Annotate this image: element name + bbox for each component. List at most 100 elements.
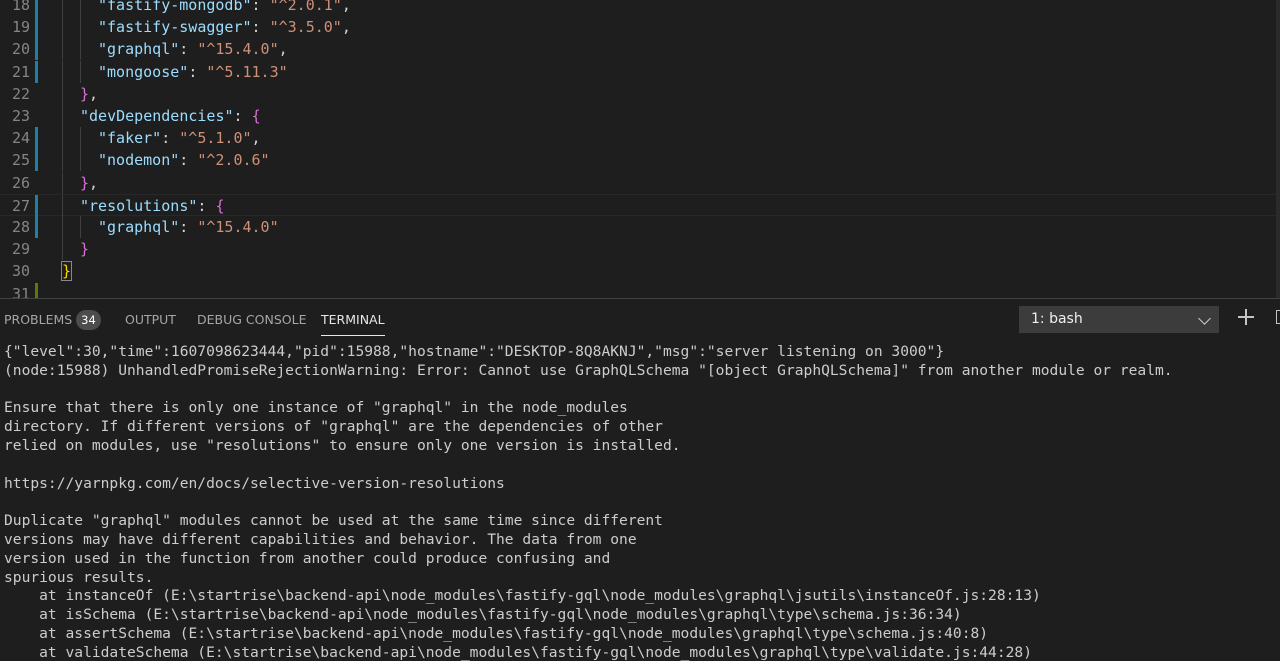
line-number: 29: [11, 240, 30, 259]
terminal-line: https://yarnpkg.com/en/docs/selective-ve…: [4, 474, 505, 492]
tab-terminal[interactable]: TERMINAL: [321, 312, 385, 336]
code-line[interactable]: 20 "graphql": "^15.4.0",: [0, 38, 1280, 61]
line-number: 26: [11, 173, 30, 192]
line-number: 21: [11, 62, 30, 81]
code-line[interactable]: 28 "graphql": "^15.4.0": [0, 216, 1280, 238]
line-number: 23: [11, 107, 30, 125]
split-terminal-icon[interactable]: [1276, 310, 1280, 324]
code-text: "resolutions": {: [80, 196, 225, 215]
terminal-line: Ensure that there is only one instance o…: [4, 399, 628, 417]
plus-icon[interactable]: [1237, 308, 1255, 326]
indent-guide: [62, 171, 63, 194]
code-text: }: [80, 240, 90, 259]
editor-scrollbar[interactable]: [1276, 0, 1280, 298]
modified-line-marker[interactable]: [35, 38, 38, 61]
terminal-line: versions may have different capabilities…: [4, 530, 637, 548]
indent-guide: [80, 216, 81, 238]
modified-line-marker[interactable]: [35, 60, 38, 83]
indent-guide: [62, 149, 63, 172]
line-number: 30: [11, 262, 30, 281]
modified-line-marker[interactable]: [35, 149, 38, 172]
code-line[interactable]: 21 "mongoose": "^5.11.3": [0, 60, 1280, 83]
indent-guide: [62, 38, 63, 61]
terminal-line: at instanceOf (E:\startrise\backend-api\…: [4, 587, 1041, 605]
indent-guide: [80, 38, 81, 61]
modified-line-marker[interactable]: [35, 16, 38, 39]
bottom-panel: PROBLEMS 34 OUTPUT DEBUG CONSOLE TERMINA…: [0, 298, 1280, 661]
indent-guide: [62, 60, 63, 83]
code-line[interactable]: 27 "resolutions": {: [0, 193, 1280, 217]
terminal-selector-dropdown[interactable]: 1: bash: [1019, 306, 1219, 333]
terminal-line: Duplicate "graphql" modules cannot be us…: [4, 512, 663, 530]
indent-guide: [62, 16, 63, 39]
code-text: "faker": "^5.1.0",: [98, 129, 261, 148]
tab-debug-console[interactable]: DEBUG CONSOLE: [197, 312, 306, 327]
code-text: "mongoose": "^5.11.3": [98, 62, 288, 81]
terminal-line: spurious results.: [4, 568, 154, 586]
code-line[interactable]: 26},: [0, 171, 1280, 194]
terminal-line: {"level":30,"time":1607098623444,"pid":1…: [4, 343, 945, 360]
line-number: 19: [11, 18, 30, 37]
terminal-selector-value: 1: bash: [1031, 311, 1083, 327]
line-number: 27: [11, 196, 30, 215]
indent-guide: [80, 149, 81, 172]
indent-guide: [62, 194, 63, 217]
code-text: }: [60, 261, 73, 282]
terminal-line: at assertSchema (E:\startrise\backend-ap…: [4, 624, 989, 642]
indent-guide: [62, 82, 63, 105]
code-line[interactable]: 25 "nodemon": "^2.0.6": [0, 149, 1280, 172]
terminal-line: at validateSchema (E:\startrise\backend-…: [4, 643, 1032, 661]
modified-line-marker[interactable]: [35, 127, 38, 150]
terminal-line: relied on modules, use "resolutions" to …: [4, 436, 681, 454]
terminal-output[interactable]: {"level":30,"time":1607098623444,"pid":1…: [4, 343, 1274, 661]
indent-guide: [62, 238, 63, 261]
code-text: "nodemon": "^2.0.6": [98, 151, 270, 170]
line-number: 18: [11, 0, 30, 14]
modified-line-marker[interactable]: [35, 194, 38, 217]
line-number: 25: [11, 151, 30, 170]
added-line-marker[interactable]: [35, 282, 38, 298]
line-number: 24: [11, 129, 30, 148]
code-text: },: [80, 173, 99, 192]
indent-guide: [80, 60, 81, 83]
indent-guide: [62, 0, 63, 16]
code-line[interactable]: 30}: [0, 260, 1280, 282]
panel-header: PROBLEMS 34 OUTPUT DEBUG CONSOLE TERMINA…: [0, 299, 1280, 343]
indent-guide: [62, 216, 63, 238]
code-line[interactable]: 22},: [0, 82, 1280, 105]
line-number: 31: [11, 284, 30, 298]
tab-problems[interactable]: PROBLEMS: [4, 312, 72, 327]
indent-guide: [62, 105, 63, 127]
code-text: },: [80, 84, 99, 103]
code-line[interactable]: 23 "devDependencies": {: [0, 105, 1280, 127]
code-text: "devDependencies": {: [80, 107, 261, 125]
terminal-line: version used in the function from anothe…: [4, 549, 611, 567]
code-line[interactable]: 31: [0, 282, 1280, 298]
problems-count-badge: 34: [76, 310, 101, 330]
modified-line-marker[interactable]: [35, 216, 38, 238]
terminal-line: directory. If different versions of "gra…: [4, 418, 663, 436]
code-text: "graphql": "^15.4.0",: [98, 40, 288, 59]
modified-line-marker[interactable]: [35, 0, 38, 16]
code-line[interactable]: 29}: [0, 238, 1280, 261]
indent-guide: [62, 127, 63, 150]
code-text: "fastify-swagger": "^3.5.0",: [98, 18, 351, 37]
code-editor[interactable]: 18 "fastify-mongodb": "^2.0.1", 19 "fastify…: [0, 0, 1280, 298]
code-line[interactable]: 24 "faker": "^5.1.0",: [0, 127, 1280, 150]
code-line[interactable]: 18 "fastify-mongodb": "^2.0.1",: [0, 0, 1280, 16]
indent-guide: [80, 127, 81, 150]
terminal-line: (node:15988) UnhandledPromiseRejectionWa…: [4, 361, 1173, 379]
line-number: 22: [11, 84, 30, 103]
code-text: "graphql": "^15.4.0": [98, 218, 279, 236]
indent-guide: [80, 0, 81, 16]
code-line[interactable]: 19 "fastify-swagger": "^3.5.0",: [0, 16, 1280, 39]
code-text: "fastify-mongodb": "^2.0.1",: [98, 0, 351, 14]
line-number: 20: [11, 40, 30, 59]
terminal-line: at isSchema (E:\startrise\backend-api\no…: [4, 606, 962, 624]
indent-guide: [80, 16, 81, 39]
line-number: 28: [11, 218, 30, 236]
tab-output[interactable]: OUTPUT: [125, 312, 176, 327]
